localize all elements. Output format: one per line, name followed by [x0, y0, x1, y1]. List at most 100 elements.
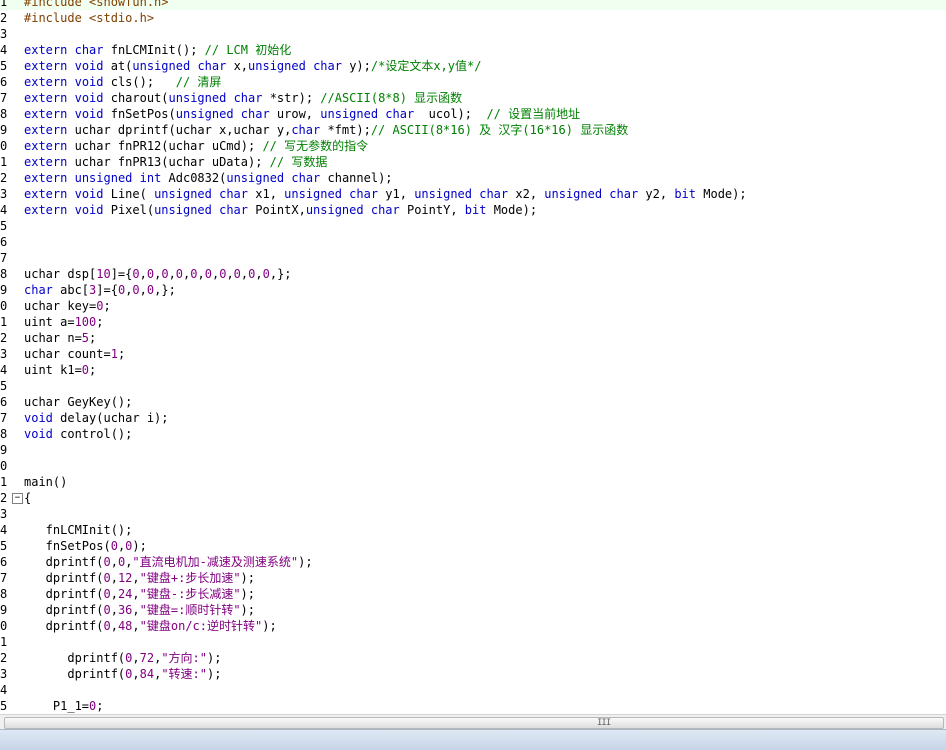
code-line[interactable]: 1 #include <showfun.h>	[0, 0, 946, 10]
code-line[interactable]: 9	[0, 442, 946, 458]
code-line[interactable]: 1 extern uchar fnPR13(uchar uData); // 写数…	[0, 154, 946, 170]
line-number: 8	[0, 107, 7, 121]
code-line[interactable]: 2 {−	[0, 490, 946, 506]
line-number: 6	[0, 75, 7, 89]
line-number: 8	[0, 587, 7, 601]
code-line[interactable]: 4 extern char fnLCMInit(); // LCM 初始化	[0, 42, 946, 58]
line-text: {	[24, 491, 32, 505]
code-line[interactable]: 3 dprintf(0,84,"转速:");	[0, 666, 946, 682]
code-line[interactable]: 5 fnSetPos(0,0);	[0, 538, 946, 554]
line-number: 4	[0, 683, 7, 697]
line-text: dprintf(0,72,"方向:");	[24, 651, 222, 665]
line-text: extern uchar fnPR12(uchar uCmd); // 写无参数…	[24, 139, 369, 153]
code-line[interactable]: 5 P1_1=0;	[0, 698, 946, 714]
code-line[interactable]: 6 extern void cls(); // 清屏	[0, 74, 946, 90]
code-line[interactable]: 6 uchar GeyKey();	[0, 394, 946, 410]
code-line[interactable]: 5 extern void at(unsigned char x,unsigned…	[0, 58, 946, 74]
code-line[interactable]: 7	[0, 250, 946, 266]
code-editor[interactable]: 1 #include <showfun.h> 2 #include <stdio.h>…	[0, 0, 946, 714]
line-text: dprintf(0,36,"键盘=:顺时针转");	[24, 603, 255, 617]
fold-toggle-icon[interactable]: −	[12, 493, 23, 504]
code-line[interactable]: 4	[0, 682, 946, 698]
code-line[interactable]: 4 uint k1=0;	[0, 362, 946, 378]
code-line[interactable]: 2 extern unsigned int Adc0832(unsigned ch…	[0, 170, 946, 186]
horizontal-scrollbar[interactable]: III	[0, 714, 946, 729]
line-text: extern void at(unsigned char x,unsigned …	[24, 59, 482, 73]
line-number: 2	[0, 491, 7, 505]
code-line[interactable]: 1	[0, 634, 946, 650]
line-text: uchar count=1;	[24, 347, 126, 361]
line-number: 5	[0, 539, 7, 553]
line-text: extern void cls(); // 清屏	[24, 75, 222, 89]
code-line[interactable]: 7 void delay(uchar i);	[0, 410, 946, 426]
code-line[interactable]: 3	[0, 26, 946, 42]
line-number: 0	[0, 619, 7, 633]
window-bottom-bar	[0, 729, 946, 750]
line-number: 7	[0, 251, 7, 265]
code-line[interactable]: 3 extern void Line( unsigned char x1, uns…	[0, 186, 946, 202]
line-number: 1	[0, 0, 7, 9]
line-text: dprintf(0,0,"直流电机加-减速及测速系统");	[24, 555, 313, 569]
code-line[interactable]: 3 uchar count=1;	[0, 346, 946, 362]
code-line[interactable]: 4 extern void Pixel(unsigned char PointX,…	[0, 202, 946, 218]
line-number: 2	[0, 651, 7, 665]
line-number: 6	[0, 555, 7, 569]
line-text: uchar key=0;	[24, 299, 111, 313]
line-text: main()	[24, 475, 68, 489]
line-number: 8	[0, 427, 7, 441]
line-number: 9	[0, 603, 7, 617]
code-line[interactable]: 2 dprintf(0,72,"方向:");	[0, 650, 946, 666]
code-line[interactable]: 0 uchar key=0;	[0, 298, 946, 314]
code-line[interactable]: 8 extern void fnSetPos(unsigned char urow…	[0, 106, 946, 122]
code-line[interactable]: 1 uint a=100;	[0, 314, 946, 330]
line-text: uint a=100;	[24, 315, 104, 329]
line-text: extern uchar fnPR13(uchar uData); // 写数据	[24, 155, 328, 169]
code-line[interactable]: 2 uchar n=5;	[0, 330, 946, 346]
line-number: 0	[0, 299, 7, 313]
code-line[interactable]: 7 dprintf(0,12,"键盘+:步长加速");	[0, 570, 946, 586]
code-line[interactable]: 6	[0, 234, 946, 250]
line-number: 5	[0, 59, 7, 73]
line-number: 8	[0, 267, 7, 281]
code-line[interactable]: 1 main()	[0, 474, 946, 490]
line-number: 3	[0, 187, 7, 201]
code-line[interactable]: 7 extern void charout(unsigned char *str)…	[0, 90, 946, 106]
code-line[interactable]: 5	[0, 378, 946, 394]
line-number: 3	[0, 507, 7, 521]
line-text: void control();	[24, 427, 133, 441]
code-line[interactable]: 6 dprintf(0,0,"直流电机加-减速及测速系统");	[0, 554, 946, 570]
code-line[interactable]: 4 fnLCMInit();	[0, 522, 946, 538]
line-number: 0	[0, 139, 7, 153]
code-line[interactable]: 9 dprintf(0,36,"键盘=:顺时针转");	[0, 602, 946, 618]
code-line[interactable]: 0 extern uchar fnPR12(uchar uCmd); // 写无参…	[0, 138, 946, 154]
code-line[interactable]: 8 void control();	[0, 426, 946, 442]
line-text: fnLCMInit();	[24, 523, 133, 537]
line-text: #include <showfun.h>	[24, 0, 169, 9]
code-line[interactable]: 9 char abc[3]={0,0,0,};	[0, 282, 946, 298]
scrollbar-thumb[interactable]: III	[4, 717, 944, 729]
line-text: uchar dsp[10]={0,0,0,0,0,0,0,0,0,0,};	[24, 267, 292, 281]
code-line[interactable]: 0 dprintf(0,48,"键盘on/c:逆时针转");	[0, 618, 946, 634]
line-number: 1	[0, 475, 7, 489]
line-number: 5	[0, 219, 7, 233]
line-number: 9	[0, 443, 7, 457]
line-text: void delay(uchar i);	[24, 411, 169, 425]
line-text: extern uchar dprintf(uchar x,uchar y,cha…	[24, 123, 629, 137]
line-number: 5	[0, 379, 7, 393]
code-line[interactable]: 5	[0, 218, 946, 234]
line-text: P1_1=0;	[24, 699, 104, 713]
code-line[interactable]: 2 #include <stdio.h>	[0, 10, 946, 26]
line-text: uchar n=5;	[24, 331, 97, 345]
line-number: 3	[0, 347, 7, 361]
scrollbar-grip-icon: III	[597, 718, 611, 728]
line-number: 0	[0, 459, 7, 473]
line-text: dprintf(0,12,"键盘+:步长加速");	[24, 571, 255, 585]
code-line[interactable]: 0	[0, 458, 946, 474]
code-line[interactable]: 8 dprintf(0,24,"键盘-:步长减速");	[0, 586, 946, 602]
code-line[interactable]: 9 extern uchar dprintf(uchar x,uchar y,ch…	[0, 122, 946, 138]
line-text: uchar GeyKey();	[24, 395, 133, 409]
line-number: 2	[0, 11, 7, 25]
line-text: char abc[3]={0,0,0,};	[24, 283, 176, 297]
code-line[interactable]: 3	[0, 506, 946, 522]
code-line[interactable]: 8 uchar dsp[10]={0,0,0,0,0,0,0,0,0,0,};	[0, 266, 946, 282]
